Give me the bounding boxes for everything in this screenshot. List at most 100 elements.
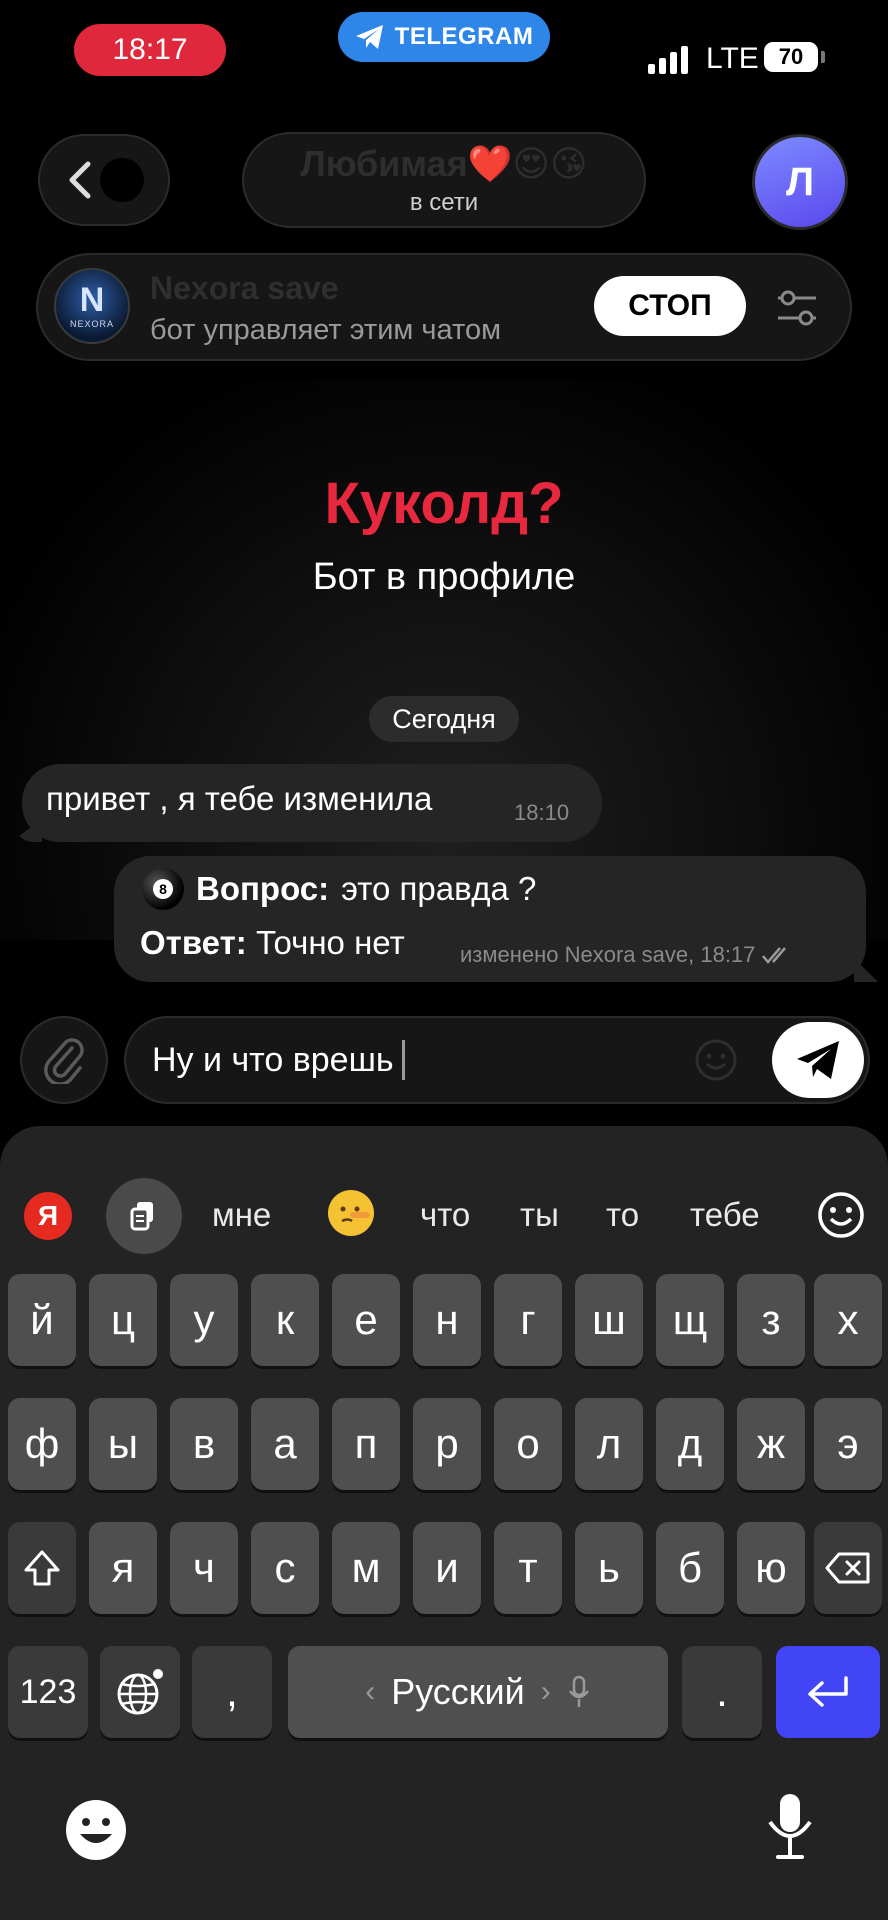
chat-title[interactable]: Любимая❤️😍😘 в сети <box>242 132 646 228</box>
question-label: Вопрос: <box>196 870 330 907</box>
key-ячсм-6[interactable]: т <box>494 1522 562 1614</box>
clipboard-icon <box>130 1202 153 1231</box>
bot-avatar[interactable]: N NEXORA <box>54 268 130 344</box>
key-йцукен-6[interactable]: н <box>413 1274 481 1366</box>
emoji-keyboard-icon[interactable] <box>64 1798 128 1862</box>
smiley-icon[interactable] <box>816 1190 866 1240</box>
double-check-icon <box>762 947 787 964</box>
shift-key[interactable] <box>8 1522 76 1614</box>
suggestion-1[interactable]: мне <box>212 1196 271 1234</box>
suggestion-2[interactable]: что <box>420 1196 470 1234</box>
chevron-left-icon <box>69 161 91 199</box>
date-separator: Сегодня <box>369 696 519 742</box>
key-фыва-6[interactable]: р <box>413 1398 481 1490</box>
promo-title: Куколд? <box>324 471 564 536</box>
chat-status: в сети <box>409 189 479 216</box>
chevron-left-icon: ‹ <box>365 1675 376 1708</box>
key-фыва-10[interactable]: ж <box>737 1398 805 1490</box>
backspace-key[interactable] <box>814 1522 882 1614</box>
lying-face-icon <box>330 1192 372 1234</box>
key-фыва-3[interactable]: в <box>170 1398 238 1490</box>
key-йцукен-11[interactable]: х <box>814 1274 882 1366</box>
key-йцукен-3[interactable]: у <box>170 1274 238 1366</box>
key-ячсм-5[interactable]: и <box>413 1522 481 1614</box>
question-text: это правда ? <box>341 870 537 907</box>
telegram-icon <box>355 25 383 49</box>
numbers-key[interactable]: 123 <box>8 1646 88 1738</box>
battery-icon: 70 <box>764 42 818 72</box>
period-key[interactable]: . <box>682 1646 762 1738</box>
comma-key[interactable]: , <box>192 1646 272 1738</box>
key-фыва-11[interactable]: э <box>814 1398 882 1490</box>
suggestion-5[interactable]: тебе <box>690 1196 760 1234</box>
answer-line: Ответ: Точно нет <box>140 924 405 962</box>
back-button[interactable] <box>38 134 170 226</box>
key-йцукен-4[interactable]: к <box>251 1274 319 1366</box>
message-input-text[interactable]: Ну и что врешь <box>152 1040 405 1080</box>
key-йцукен-5[interactable]: е <box>332 1274 400 1366</box>
shift-icon <box>24 1550 60 1586</box>
suggestion-4[interactable]: то <box>606 1196 639 1234</box>
key-йцукен-8[interactable]: ш <box>575 1274 643 1366</box>
chat-name: Любимая❤️😍😘 <box>300 143 588 184</box>
unread-badge <box>100 158 144 202</box>
key-фыва-1[interactable]: ф <box>8 1398 76 1490</box>
key-ячсм-3[interactable]: с <box>251 1522 319 1614</box>
voice-input-icon[interactable] <box>764 1790 816 1862</box>
yandex-logo[interactable]: Я <box>24 1192 72 1240</box>
enter-key[interactable] <box>776 1646 880 1738</box>
status-time: 18:17 <box>74 24 226 76</box>
space-key[interactable]: ‹ Русский › <box>288 1646 668 1738</box>
key-фыва-9[interactable]: д <box>656 1398 724 1490</box>
key-йцукен-1[interactable]: й <box>8 1274 76 1366</box>
backspace-icon <box>825 1552 870 1584</box>
telegram-pill[interactable]: TELEGRAM <box>338 12 550 62</box>
incoming-message-text: привет , я тебе изменила <box>46 780 433 817</box>
key-ячсм-2[interactable]: ч <box>170 1522 238 1614</box>
signal-icon <box>648 46 688 74</box>
send-icon <box>797 1041 839 1079</box>
language-key[interactable] <box>100 1646 180 1738</box>
ball-number: 8 <box>153 879 173 899</box>
paperclip-icon <box>44 1038 84 1084</box>
question-line: 8 Вопрос: это правда ? <box>142 868 536 910</box>
key-ячсм-1[interactable]: я <box>89 1522 157 1614</box>
key-фыва-7[interactable]: о <box>494 1398 562 1490</box>
key-йцукен-9[interactable]: щ <box>656 1274 724 1366</box>
globe-icon <box>117 1669 163 1715</box>
answer-text: Точно нет <box>255 924 405 961</box>
lying-face-emoji-icon[interactable] <box>328 1190 374 1236</box>
sliders-icon[interactable] <box>776 286 818 330</box>
key-фыва-8[interactable]: л <box>575 1398 643 1490</box>
key-ячсм-4[interactable]: м <box>332 1522 400 1614</box>
magic-8-ball-icon: 8 <box>142 868 184 910</box>
send-button[interactable] <box>772 1022 864 1098</box>
clipboard-button[interactable] <box>106 1178 182 1254</box>
promo-subtitle: Бот в профиле <box>312 556 576 598</box>
message-meta: изменено Nexora save, 18:17 <box>460 942 793 968</box>
key-йцукен-10[interactable]: з <box>737 1274 805 1366</box>
chevron-right-icon: › <box>540 1675 551 1708</box>
emoji-icon[interactable] <box>694 1038 738 1082</box>
microphone-icon <box>568 1675 589 1707</box>
bot-avatar-caption: NEXORA <box>69 319 114 329</box>
chat-avatar[interactable]: Л <box>752 134 848 230</box>
battery-tip <box>821 51 825 63</box>
bot-avatar-letter: N <box>79 281 105 319</box>
key-ячсм-9[interactable]: ю <box>737 1522 805 1614</box>
suggestion-3[interactable]: ты <box>520 1196 559 1234</box>
key-фыва-5[interactable]: п <box>332 1398 400 1490</box>
message-input-value: Ну и что врешь <box>152 1040 394 1079</box>
return-icon <box>808 1676 848 1707</box>
edit-meta-text: изменено Nexora save, 18:17 <box>460 942 756 967</box>
text-caret <box>401 1040 405 1080</box>
attach-button[interactable] <box>20 1016 108 1104</box>
key-ячсм-7[interactable]: ь <box>575 1522 643 1614</box>
stop-bot-button[interactable]: СТОП <box>594 276 746 336</box>
key-фыва-4[interactable]: а <box>251 1398 319 1490</box>
incoming-message-time: 18:10 <box>514 800 570 825</box>
key-йцукен-7[interactable]: г <box>494 1274 562 1366</box>
key-йцукен-2[interactable]: ц <box>89 1274 157 1366</box>
key-фыва-2[interactable]: ы <box>89 1398 157 1490</box>
key-ячсм-8[interactable]: б <box>656 1522 724 1614</box>
